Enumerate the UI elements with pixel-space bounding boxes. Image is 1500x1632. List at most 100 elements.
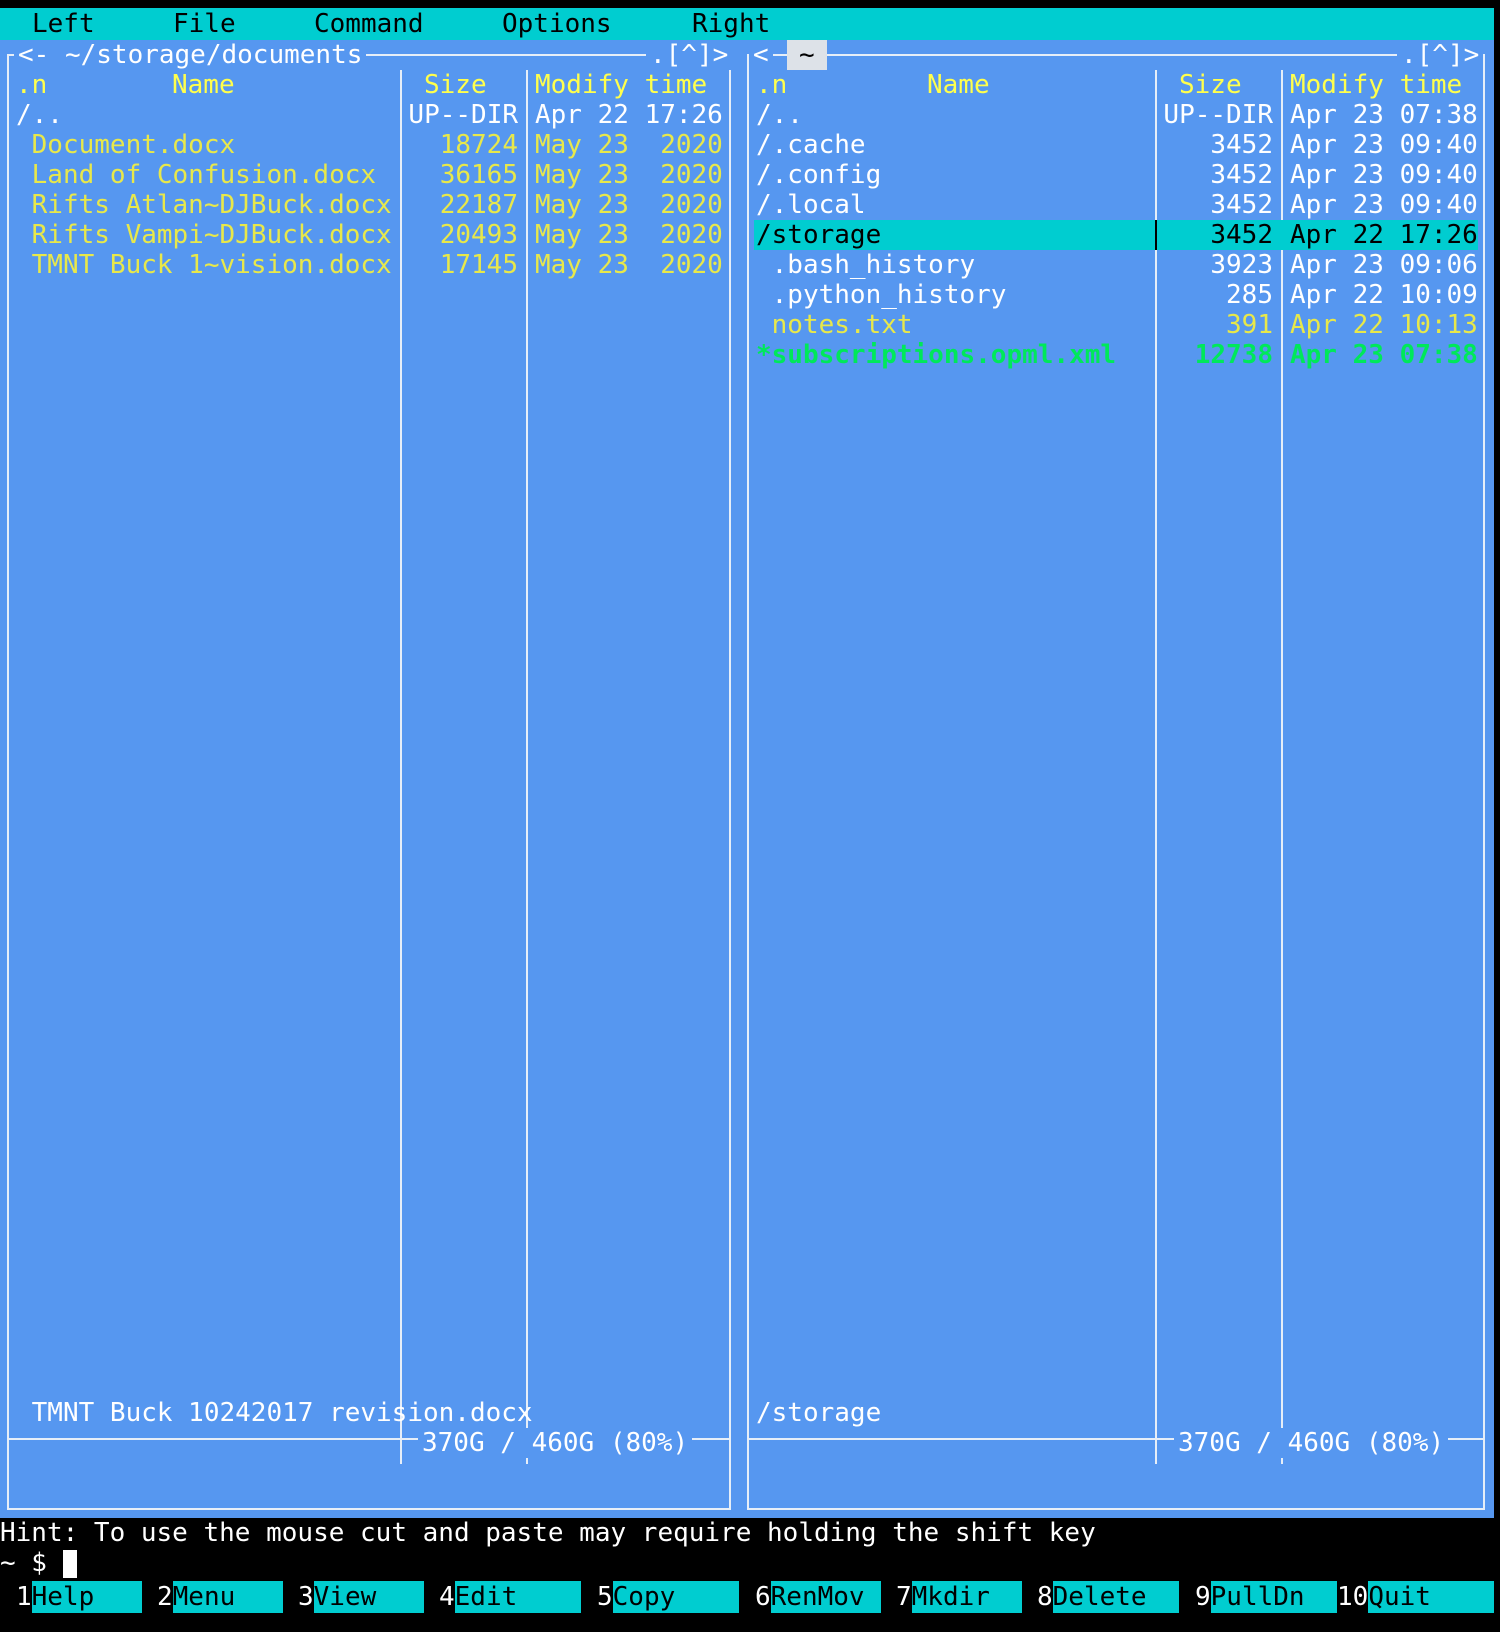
fkey-number: 3 <box>298 1582 314 1612</box>
left-row-size: 20493 <box>439 220 518 250</box>
menu-right[interactable]: Right <box>692 8 770 40</box>
right-header-size[interactable]: Size <box>1179 70 1242 100</box>
fkey-delete[interactable]: 8Delete <box>1037 1581 1179 1613</box>
fkey-menu[interactable]: 2Menu <box>157 1581 283 1613</box>
left-panel[interactable]: <- ~/storage/documents .[^]> .n Name Siz… <box>0 40 737 1518</box>
fkey-number: 6 <box>755 1582 771 1612</box>
fkey-number: 4 <box>439 1582 455 1612</box>
right-row-date: Apr 23 07:38 <box>1290 100 1478 130</box>
left-row-name[interactable]: TMNT Buck 1~vision.docx <box>16 250 392 280</box>
right-row-name[interactable]: /.. <box>756 100 803 130</box>
left-row-date: May 23 2020 <box>535 220 723 250</box>
hint-line: Hint: To use the mouse cut and paste may… <box>0 1518 1096 1548</box>
left-row-size: 17145 <box>439 250 518 280</box>
right-row-size: UP--DIR <box>1163 100 1273 130</box>
menu-bar: Left File Command Options Right <box>0 8 1494 40</box>
right-row-name[interactable]: /.cache <box>756 130 866 160</box>
right-row-date: Apr 23 09:40 <box>1290 190 1478 220</box>
fkey-label: Quit <box>1368 1581 1495 1613</box>
left-row-date: May 23 2020 <box>535 160 723 190</box>
fkey-number: 1 <box>16 1582 32 1612</box>
fkey-mkdir[interactable]: 7Mkdir <box>896 1581 1022 1613</box>
menu-left[interactable]: Left <box>32 8 95 40</box>
right-disk-usage: 370G / 460G (80%) <box>1174 1428 1449 1458</box>
left-row-name[interactable]: /.. <box>16 100 63 130</box>
menu-command[interactable]: Command <box>314 8 424 40</box>
right-row-name[interactable]: .bash_history <box>756 250 976 280</box>
right-row-name[interactable]: /.config <box>756 160 881 190</box>
right-panel-path[interactable]: ~ <box>787 40 827 70</box>
fkey-view[interactable]: 3View <box>298 1581 424 1613</box>
right-row-name[interactable]: .python_history <box>756 280 1007 310</box>
left-row-name[interactable]: Land of Confusion.docx <box>16 160 376 190</box>
right-row-name[interactable]: /.local <box>756 190 866 220</box>
fkey-renmov[interactable]: 6RenMov <box>755 1581 881 1613</box>
left-disk-usage: 370G / 460G (80%) <box>418 1428 693 1458</box>
left-panel-corner[interactable]: .[^]> <box>646 40 733 70</box>
right-row-date: Apr 22 10:13 <box>1290 310 1478 340</box>
right-row-size: 3452 <box>1210 160 1273 190</box>
left-header-size[interactable]: Size <box>424 70 487 100</box>
left-panel-path[interactable]: <- ~/storage/documents <box>14 40 367 70</box>
left-row-name[interactable]: Document.docx <box>16 130 236 160</box>
left-row-size: 18724 <box>439 130 518 160</box>
left-row-date: Apr 22 17:26 <box>535 100 723 130</box>
right-header-n: .n <box>756 70 788 100</box>
right-row-size-selected: 3452 <box>1157 220 1273 250</box>
fkey-help[interactable]: 1Help <box>16 1581 142 1613</box>
fkey-label: Copy <box>612 1581 739 1613</box>
right-row-date-selected: Apr 22 17:26 <box>1290 220 1478 250</box>
fkey-number: 5 <box>597 1582 613 1612</box>
right-row-size: 12738 <box>1194 340 1273 370</box>
fkey-pulldn[interactable]: 9PullDn <box>1195 1581 1337 1613</box>
fkey-label: RenMov <box>770 1581 881 1613</box>
left-status-filename: TMNT Buck 10242017 revision.docx <box>16 1398 533 1428</box>
right-row-name-selected[interactable]: /storage <box>756 220 882 250</box>
left-header-n: .n <box>16 70 48 100</box>
right-header-modify[interactable]: Modify time <box>1290 70 1462 100</box>
command-prompt[interactable]: ~ $ <box>0 1548 77 1578</box>
right-panel-path-arrow[interactable]: < <box>749 40 773 70</box>
left-header-modify[interactable]: Modify time <box>535 70 707 100</box>
fkey-label: Help <box>31 1581 142 1613</box>
left-header-name[interactable]: Name <box>172 70 235 100</box>
right-status-filename: /storage <box>756 1398 882 1428</box>
right-row-size: 3452 <box>1210 190 1273 220</box>
left-row-size: 22187 <box>439 190 518 220</box>
left-row-name[interactable]: Rifts Vampi~DJBuck.docx <box>16 220 392 250</box>
right-panel-corner[interactable]: .[^]> <box>1397 40 1484 70</box>
text-cursor <box>62 1549 77 1578</box>
menu-file[interactable]: File <box>173 8 236 40</box>
right-panel[interactable]: < ~ .[^]> .n Name Size Modify time /.. U… <box>737 40 1494 1518</box>
right-row-date: Apr 23 09:40 <box>1290 130 1478 160</box>
left-row-name[interactable]: Rifts Atlan~DJBuck.docx <box>16 190 392 220</box>
fkey-label: Delete <box>1052 1581 1179 1613</box>
left-row-date: May 23 2020 <box>535 250 723 280</box>
fkey-number: 8 <box>1037 1582 1053 1612</box>
fkey-number: 9 <box>1195 1582 1211 1612</box>
menu-options[interactable]: Options <box>502 8 612 40</box>
left-col-divider-2 <box>526 70 528 1464</box>
fkey-label: Mkdir <box>911 1581 1022 1613</box>
right-row-size: 3923 <box>1210 250 1273 280</box>
fkey-quit[interactable]: 10Quit <box>1337 1581 1495 1613</box>
fkey-label: Menu <box>172 1581 283 1613</box>
left-row-date: May 23 2020 <box>535 130 723 160</box>
right-row-date: Apr 23 07:38 <box>1290 340 1478 370</box>
left-row-size: 36165 <box>439 160 518 190</box>
right-col-divider-2 <box>1281 70 1283 1464</box>
fkey-label: Edit <box>454 1581 581 1613</box>
right-row-size: 391 <box>1226 310 1273 340</box>
right-header-name[interactable]: Name <box>927 70 990 100</box>
fkey-number: 2 <box>157 1582 173 1612</box>
fkey-edit[interactable]: 4Edit <box>439 1581 581 1613</box>
left-row-size: UP--DIR <box>408 100 518 130</box>
right-row-name[interactable]: *subscriptions.opml.xml <box>756 340 1116 370</box>
right-row-name[interactable]: notes.txt <box>756 310 913 340</box>
left-row-date: May 23 2020 <box>535 190 723 220</box>
fkey-number: 7 <box>896 1582 912 1612</box>
fkey-copy[interactable]: 5Copy <box>597 1581 739 1613</box>
right-row-date: Apr 23 09:40 <box>1290 160 1478 190</box>
prompt-text: ~ $ <box>0 1548 63 1578</box>
right-row-date: Apr 22 10:09 <box>1290 280 1478 310</box>
